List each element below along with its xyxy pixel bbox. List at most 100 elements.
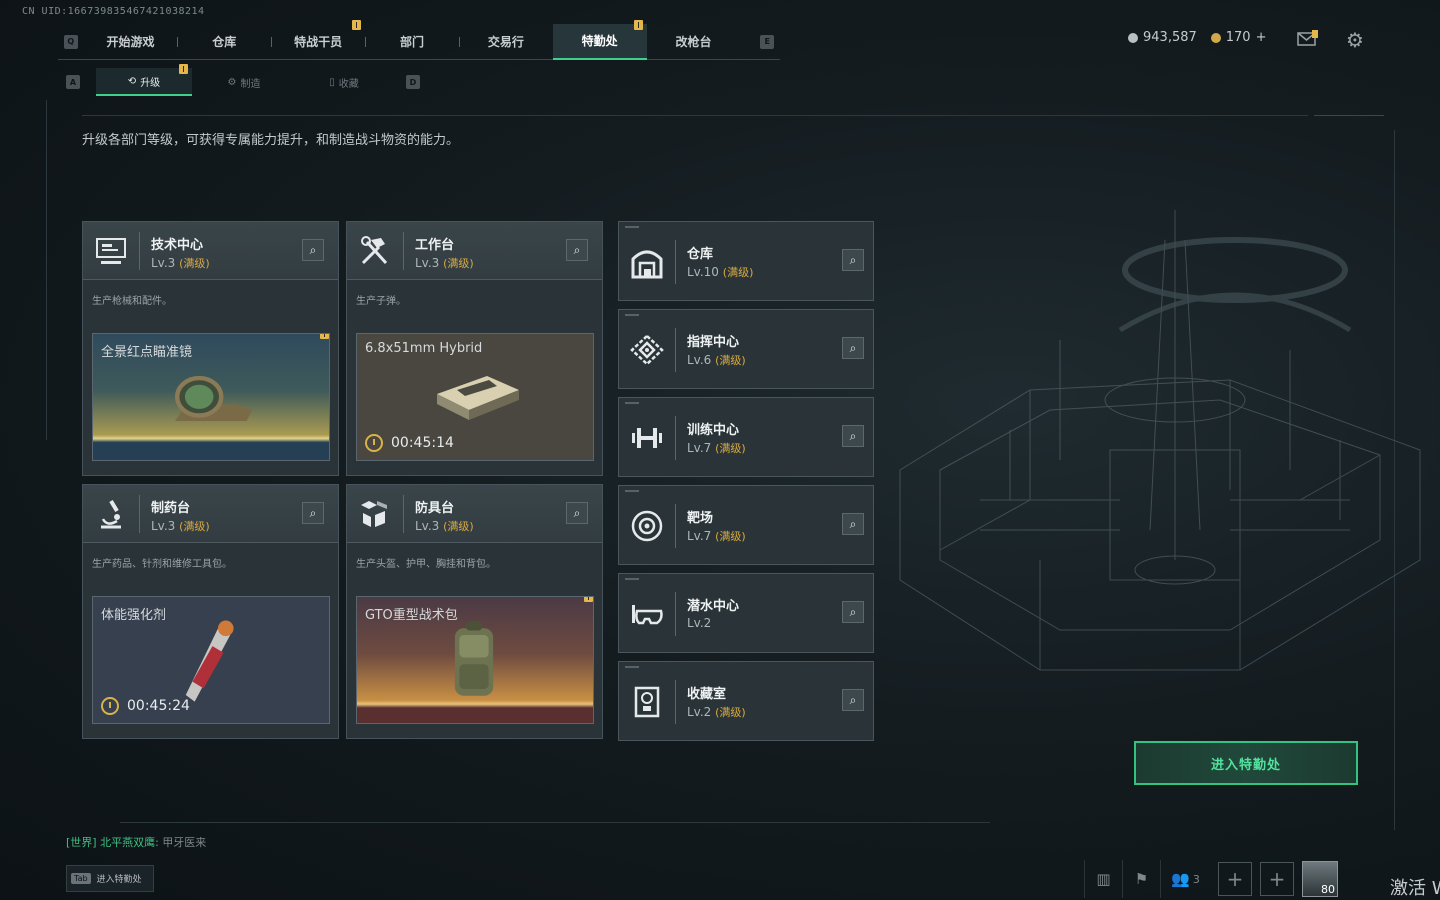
facility-card-diving-center[interactable]: 潜水中心 Lv.2 ⌕ (618, 573, 874, 653)
player-level: 80 (1321, 883, 1335, 896)
friends-button[interactable]: 👥 3 (1160, 860, 1210, 898)
gold-coin-icon (1210, 32, 1221, 43)
silver-amount: 943,587 (1143, 30, 1197, 45)
sub-nav: A ⟲ 升级 ⚙ 制造 ▯ 收藏 D (66, 64, 420, 96)
tab-department[interactable]: 部门 (365, 24, 459, 60)
search-icon[interactable]: ⌕ (842, 513, 864, 535)
search-icon[interactable]: ⌕ (566, 502, 588, 524)
facility-level: Lv.7 (687, 529, 712, 543)
facility-card-shooting-range[interactable]: 靶场 Lv.7 (满级) ⌕ (618, 485, 874, 565)
activate-windows-watermark: 激活 W (1390, 878, 1440, 899)
nav-next-key[interactable]: E (760, 34, 774, 49)
tab-hint-label: 进入特勤处 (96, 875, 142, 885)
notification-badge (320, 334, 329, 339)
search-icon[interactable]: ⌕ (566, 239, 588, 261)
search-icon[interactable]: ⌕ (842, 601, 864, 623)
product-slot[interactable]: 体能强化剂 00:45:24 (92, 596, 330, 724)
max-level-label: (满级) (715, 442, 746, 455)
page-description: 升级各部门等级，可获得专属能力提升，和制造战斗物资的能力。 (82, 133, 460, 148)
search-icon[interactable]: ⌕ (302, 239, 324, 261)
max-level-label: (满级) (722, 266, 754, 279)
upgrade-icon: ⟲ (127, 75, 137, 87)
subnav-prev-key[interactable]: A (66, 75, 80, 89)
building-name: 制药台 (151, 501, 191, 516)
product-name: 体能强化剂 (101, 608, 167, 623)
building-card-tech-center[interactable]: 技术中心 Lv.3 (满级) ⌕ 生产枪械和配件。 全景红点瞄准镜 (82, 221, 339, 476)
craft-timer: 00:45:14 (391, 435, 454, 451)
add-squad-slot-1-button[interactable]: + (1218, 862, 1252, 896)
search-icon[interactable]: ⌕ (842, 689, 864, 711)
tab-operators[interactable]: 特战干员 (271, 19, 365, 60)
building-card-armor-bench[interactable]: 防具台 Lv.3 (满级) ⌕ 生产头盔、护甲、胸挂和背包。 GTO重型战术包 (346, 484, 603, 739)
facility-name: 靶场 (687, 511, 714, 526)
subtab-craft[interactable]: ⚙ 制造 (196, 68, 292, 96)
chat-channel: [世界] (66, 836, 97, 849)
subtab-upgrade[interactable]: ⟲ 升级 (96, 64, 192, 96)
facility-card-command-center[interactable]: 指挥中心 Lv.6 (满级) ⌕ (618, 309, 874, 389)
building-level: Lv.3 (151, 256, 176, 270)
add-squad-slot-2-button[interactable]: + (1260, 862, 1294, 896)
mail-icon[interactable] (1297, 30, 1319, 46)
search-icon[interactable]: ⌕ (842, 425, 864, 447)
max-level-label: (满级) (715, 706, 746, 719)
building-description: 生产头盔、护甲、胸挂和背包。 (356, 559, 496, 570)
craft-icon: ⚙ (227, 76, 237, 88)
chat-message[interactable]: [世界] 北平燕双鹰: 甲牙医来 (66, 834, 206, 850)
facility-name: 训练中心 (687, 423, 740, 438)
currency-display: 943,587 170 + (1128, 30, 1267, 45)
building-description: 生产子弹。 (356, 296, 406, 307)
facility-level: Lv.10 (687, 265, 719, 279)
building-name: 防具台 (415, 501, 455, 516)
building-description: 生产枪械和配件。 (92, 296, 172, 307)
product-slot[interactable]: 6.8x51mm Hybrid 00:45:14 (356, 333, 594, 461)
product-slot[interactable]: GTO重型战术包 (356, 596, 594, 724)
facility-card-warehouse[interactable]: 仓库 Lv.10 (满级) ⌕ (618, 221, 874, 301)
tab-trading[interactable]: 交易行 (458, 24, 553, 60)
stats-chart-icon[interactable]: ▥ (1084, 860, 1122, 898)
tab-key-hint[interactable]: Tab 进入特勤处 (66, 865, 154, 892)
settings-gear-icon[interactable]: ⚙ (1346, 28, 1364, 52)
search-icon[interactable]: ⌕ (842, 337, 864, 359)
command-icon (630, 334, 664, 366)
collection-icon: ▯ (329, 76, 335, 88)
facility-level: Lv.7 (687, 441, 712, 455)
tab-special-service[interactable]: 特勤处 (552, 19, 647, 60)
facility-name: 仓库 (687, 247, 714, 262)
notification-badge (352, 19, 362, 30)
player-avatar[interactable]: 80 (1302, 861, 1338, 897)
nav-prev-key[interactable]: Q (64, 34, 78, 49)
gold-amount: 170 (1225, 30, 1251, 45)
search-icon[interactable]: ⌕ (302, 502, 324, 524)
subtab-collection[interactable]: ▯ 收藏 (296, 68, 392, 96)
facility-level: Lv.2 (687, 616, 712, 630)
warehouse-icon (631, 250, 663, 279)
hammer-wrench-icon (361, 236, 388, 265)
building-name: 工作台 (415, 238, 455, 253)
facility-card-collection-room[interactable]: 收藏室 Lv.2 (满级) ⌕ (618, 661, 874, 741)
notification-badge (179, 64, 188, 74)
notification-badge (584, 597, 593, 602)
facility-level: Lv.6 (687, 353, 712, 367)
computer-icon (96, 238, 126, 264)
friends-icon: 👥 (1171, 870, 1190, 888)
tab-start-game[interactable]: 开始游戏 (84, 24, 178, 60)
search-icon[interactable]: ⌕ (842, 249, 864, 271)
ammo-box-image (437, 376, 519, 420)
product-slot[interactable]: 全景红点瞄准镜 (92, 333, 330, 461)
cubes-icon (361, 501, 387, 527)
building-card-pharmacy[interactable]: 制药台 Lv.3 (满级) ⌕ 生产药品、针剂和维修工具包。 体能强化剂 00:… (82, 484, 339, 739)
frame-line-top-right (1314, 115, 1384, 116)
facility-card-training-center[interactable]: 训练中心 Lv.7 (满级) ⌕ (618, 397, 874, 477)
max-level-label: (满级) (715, 354, 746, 367)
enter-special-service-button[interactable]: 进入特勤处 (1134, 741, 1358, 785)
craft-timer: 00:45:24 (127, 698, 190, 714)
add-gold-button[interactable]: + (1256, 30, 1267, 45)
building-level: Lv.3 (151, 519, 176, 533)
timer-clock-icon (365, 434, 383, 452)
building-card-workbench[interactable]: 工作台 Lv.3 (满级) ⌕ 生产子弹。 6.8x51mm Hybrid 00… (346, 221, 603, 476)
tab-gunsmith[interactable]: 改枪台 (647, 24, 741, 60)
flag-icon[interactable]: ⚑ (1122, 860, 1160, 898)
tab-warehouse[interactable]: 仓库 (177, 24, 271, 60)
subnav-next-key[interactable]: D (406, 75, 420, 89)
red-dot-sight-image (175, 375, 252, 421)
